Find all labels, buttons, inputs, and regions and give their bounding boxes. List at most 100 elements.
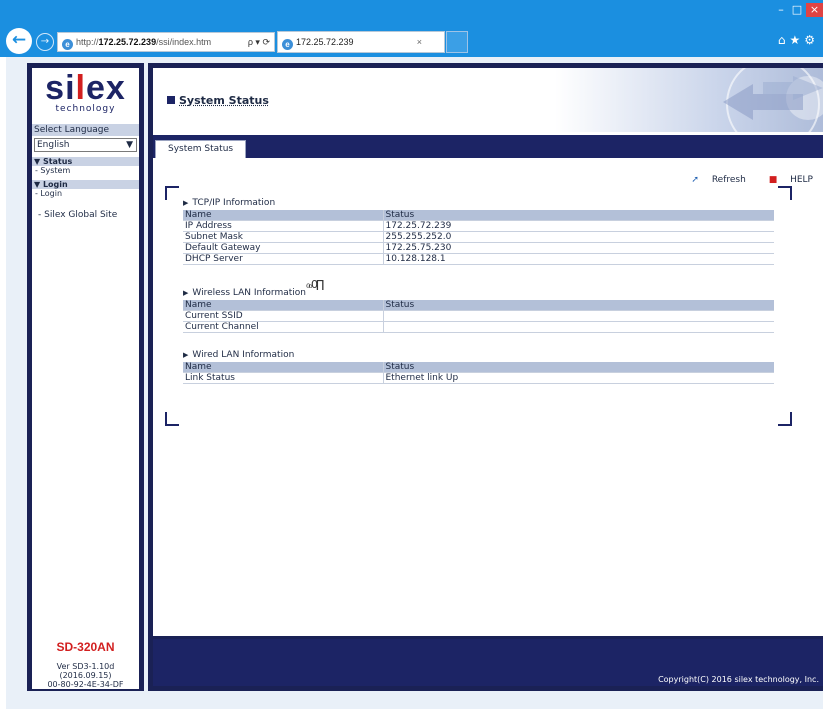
logo-main: si [45,69,76,107]
corner-tl [165,186,179,200]
triangle-icon: ▶ [183,289,189,297]
copyright: Copyright(C) 2016 silex technology, Inc. [658,675,819,684]
table-row: Default Gateway 172.25.75.230 [183,242,774,254]
row-value [383,321,774,333]
table-row: Subnet Mask 255.255.252.0 [183,231,774,243]
url-path: /ssi/index.htm [156,37,212,47]
table-header: Name Status [183,362,774,373]
help-link[interactable]: ■ HELP [759,175,813,185]
language-select[interactable]: English ▼ [34,138,137,152]
col-name: Name [183,362,384,373]
table-header: Name Status [183,300,774,311]
model-name: SD-320AN [56,640,115,654]
url-prefix: http:// [76,37,99,47]
refresh-icon: ➚ [691,175,699,185]
tab-ie-icon: e [282,39,293,50]
main-panel: System Status System Status ➚ Refresh ■ … [148,63,823,691]
triangle-icon: ▶ [183,351,189,359]
row-value: 172.25.75.230 [383,242,774,254]
address-actions[interactable]: ρ ▾ ⟳ [248,33,270,51]
table-row: DHCP Server 10.128.128.1 [183,253,774,265]
title-bullet-icon [167,96,175,104]
tab-system-status[interactable]: System Status [155,140,247,158]
col-name: Name [183,300,384,311]
main-content: System Status System Status ➚ Refresh ■ … [153,68,823,636]
sidebar-inner: silex technology Select Language English… [32,68,139,689]
tcpip-table: Name Status IP Address 172.25.72.239 Subne… [183,210,774,265]
page-title: System Status [167,94,269,107]
mac-address: 00-80-92-4E-34-DF [47,680,124,689]
table-row: IP Address 172.25.72.239 [183,220,774,232]
row-name: Current Channel [183,321,384,333]
header-links: ➚ Refresh ■ HELP [671,175,813,185]
row-name: DHCP Server [183,253,384,265]
new-tab-button[interactable] [446,31,468,53]
minimize-button[interactable]: – [774,3,788,17]
back-button[interactable]: ← [6,28,32,54]
col-status: Status [383,210,774,221]
row-name: IP Address [183,220,384,232]
tab-title: 172.25.72.239 [296,37,354,47]
sidebar: silex technology Select Language English… [27,63,144,691]
wired-table: Name Status Link Status Ethernet link Up [183,362,774,384]
toolbar-icons[interactable]: ⌂★⚙ [778,33,819,47]
url-host: 172.25.72.239 [98,37,157,47]
menu-item-system[interactable]: - System [32,166,139,175]
tab-bar: System Status [153,135,823,158]
browser-navbar: ← → e http://172.25.72.239/ssi/index.htm … [0,25,823,57]
silex-logo: silex technology [32,68,139,124]
version-line1: Ver SD3-1.10d [56,662,115,671]
wired-section-title: ▶ Wired LAN Information [183,350,295,360]
corner-br [778,412,792,426]
refresh-link[interactable]: ➚ Refresh [681,175,745,185]
table-row: Current SSID [183,310,774,322]
forward-button[interactable]: → [36,33,54,51]
address-bar[interactable]: e http://172.25.72.239/ssi/index.htm ρ ▾ … [57,32,275,52]
row-name: Subnet Mask [183,231,384,243]
menu-login-header[interactable]: ▼ Login [32,180,139,189]
table-row: Link Status Ethernet link Up [183,372,774,384]
browser-titlebar: – □ × [0,0,823,25]
corner-bl [165,412,179,426]
help-icon: ■ [768,175,778,185]
status-box: ▶ TCP/IP Information Name Status IP Addres… [165,186,792,426]
ie-page-icon: e [62,39,73,50]
close-window-button[interactable]: × [806,3,823,17]
page-footer: Copyright(C) 2016 silex technology, Inc. [153,639,823,686]
language-value: English [37,140,70,150]
row-value [383,310,774,322]
version-info: Ver SD3-1.10d (2016.09.15) 00-80-92-4E-3… [32,662,139,689]
row-value: Ethernet link Up [383,372,774,384]
col-status: Status [383,300,774,311]
menu-item-login[interactable]: - Login [32,189,139,198]
browser-tab[interactable]: e 172.25.72.239 × [277,31,445,53]
table-row: Current Channel [183,321,774,333]
row-value: 255.255.252.0 [383,231,774,243]
global-site-link[interactable]: - Silex Global Site [32,210,139,220]
row-value: 10.128.128.1 [383,253,774,265]
row-value: 172.25.72.239 [383,220,774,232]
row-name: Default Gateway [183,242,384,254]
logo-word: silex [32,69,139,107]
row-name: Current SSID [183,310,384,322]
maximize-button[interactable]: □ [790,3,804,17]
menu-status-header[interactable]: ▼ Status [32,157,139,166]
triangle-icon: ▶ [183,199,189,207]
col-status: Status [383,362,774,373]
tcpip-section-title: ▶ TCP/IP Information [183,198,276,208]
chevron-down-icon: ▼ [126,140,133,150]
signal-strength-icon: ₀ₒ0∏ [306,278,324,291]
header-decoration [723,68,823,132]
row-name: Link Status [183,372,384,384]
wireless-table: Name Status Current SSID Current Channel [183,300,774,333]
version-line2: (2016.09.15) [59,671,112,680]
tab-close-icon[interactable]: × [417,32,422,52]
corner-tr [778,186,792,200]
logo-accent: l [75,69,86,107]
wireless-section-title: ▶ Wireless LAN Information [183,288,306,298]
logo-tail: ex [85,69,126,107]
col-name: Name [183,210,384,221]
page-header: System Status [153,68,823,132]
select-language-label: Select Language [32,124,139,136]
table-header: Name Status [183,210,774,221]
